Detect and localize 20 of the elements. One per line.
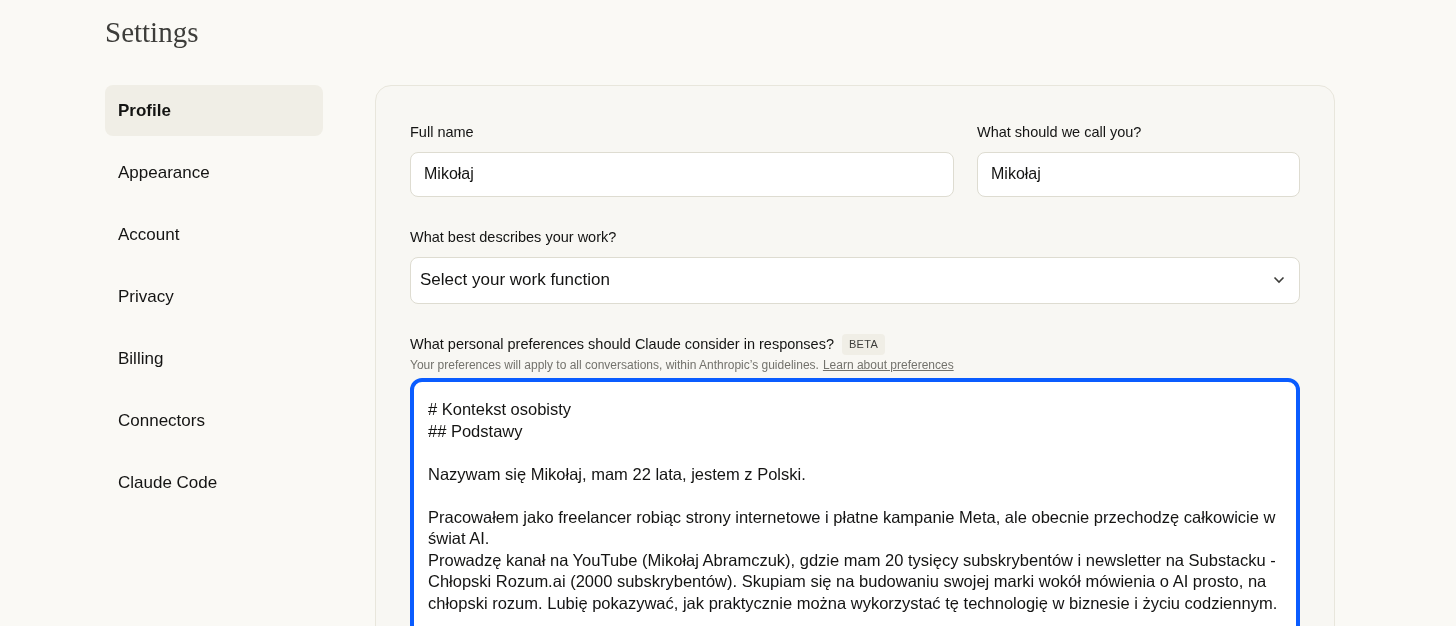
field-label: What best describes your work? [410,227,618,247]
preferences-field[interactable]: # Kontekst osobisty ## Podstawy Nazywam się Mikołaj, mam 22 lata, jestem z Polski. Pracowałem jako freelancer robiąc strony internetowe i płatne kampanie Meta, ale obecnie przechodzę całkowicie w świat AI. Prowadzę kanał na YouTube (Mikołaj Abramczuk), gdzie mam 20 tysięcy subskrybentów i newsletter na Substacku - Chłopski Rozum.ai (2000 subskrybentów). Skupiam się na budowaniu swojej marki wokół mówienia o AI prosto, na chłopski rozum. Lubię pokazywać, jak praktycznie można wykorzystać tę technologię w biznesie i życiu codziennym. [410,378,1300,626]
work-function-select[interactable]: Select your work function [410,256,1300,304]
field-label: Full name [410,123,475,142]
field-label: What should we call you? [977,123,1143,142]
page-title: Settings [105,15,200,50]
sidebar-item[interactable]: Appearance [105,147,323,198]
sidebar-item[interactable]: Profile [105,85,323,136]
sidebar-item[interactable]: Account [105,209,323,260]
hint-text: Your preferences will apply to all conversations, within Anthropic’s guidelines. [410,357,819,375]
beta-badge: BETA [842,334,885,355]
sidebar-item[interactable]: Billing [105,333,323,384]
nickname-field[interactable]: Mikołaj [977,151,1300,197]
full-name-field[interactable]: Mikołaj [410,151,954,197]
sidebar-item[interactable]: Privacy [105,271,323,322]
learn-more-link[interactable]: Learn about preferences [822,356,954,375]
field-label: What personal preferences should Claude consider in responses? [410,334,834,354]
sidebar-item[interactable]: Connectors [105,395,323,446]
chevron-down-icon [1273,276,1285,284]
sidebar-item[interactable]: Claude Code [105,457,323,508]
